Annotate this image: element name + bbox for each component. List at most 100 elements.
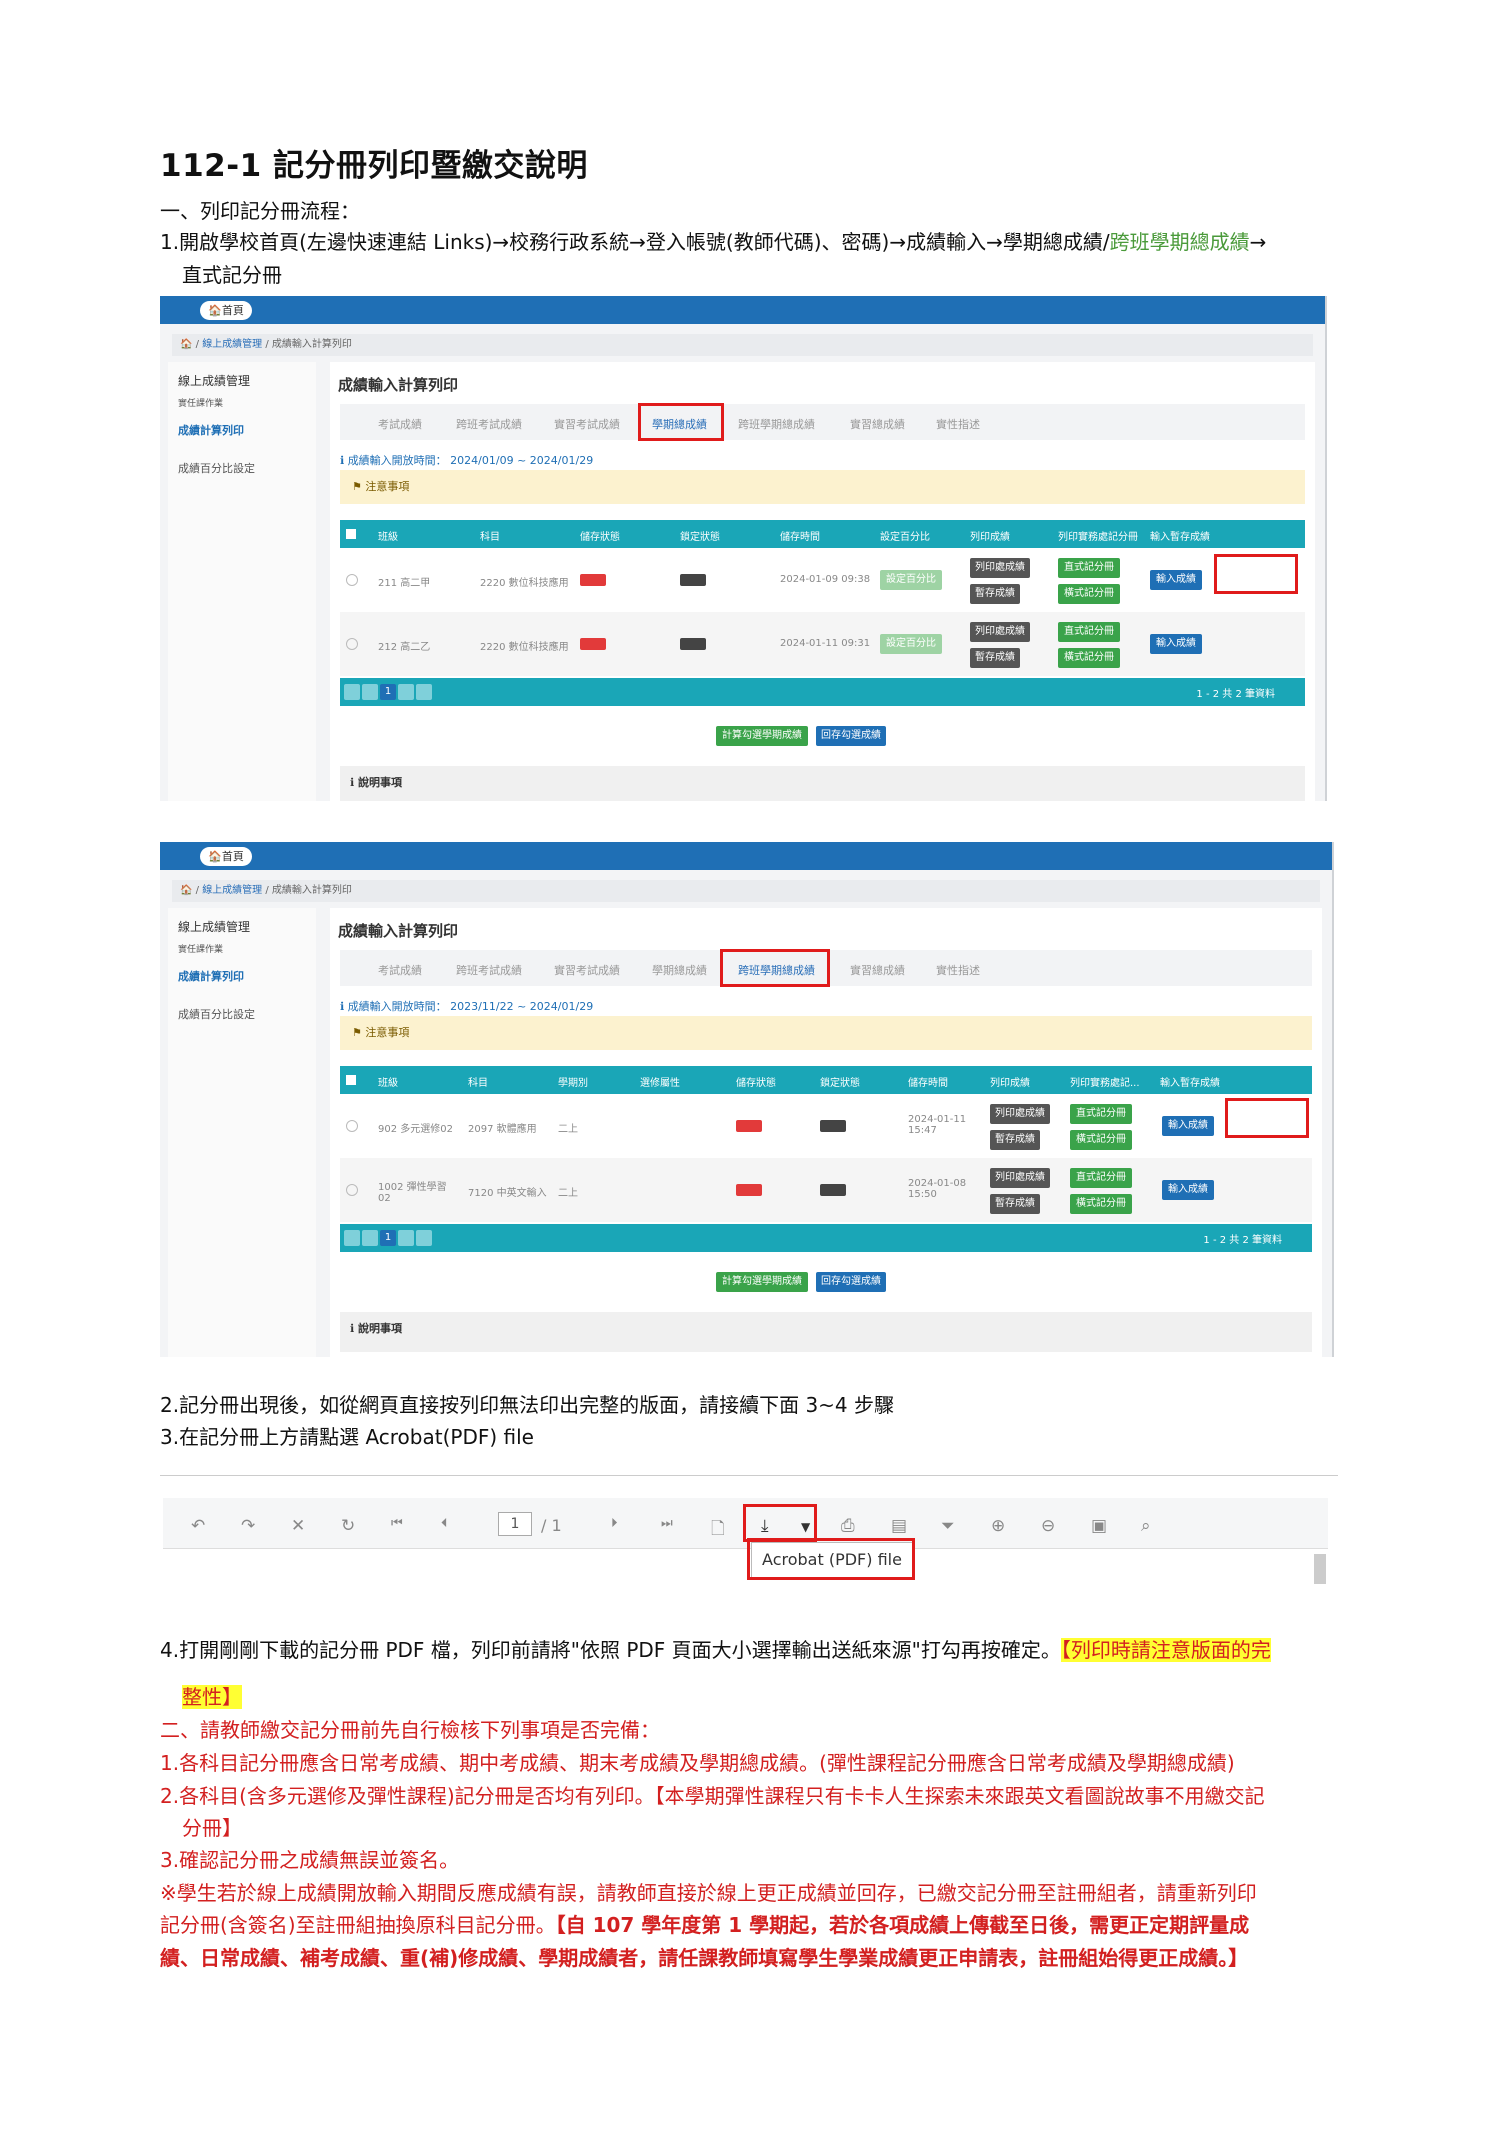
sidebar-item-grade-print[interactable]: 成績計算列印 (178, 422, 244, 438)
divider (160, 1475, 1338, 1476)
screenshot-semester-grades: 🏠首頁 🏠 / 線上成績管理 / 成績輸入計算列印 線上成績管理 實任課作業 成… (160, 296, 1327, 801)
row-radio[interactable] (346, 1184, 358, 1196)
current-page-button[interactable]: 1 (380, 684, 396, 700)
tab-cross-semester[interactable]: 跨班學期總成績 (738, 416, 815, 432)
tab-cross-exam[interactable]: 跨班考試成績 (456, 416, 522, 432)
table-row: 902 多元選修02 2097 軟體應用 二上 2024-01-11 15:47… (340, 1094, 1312, 1158)
next-page-button[interactable] (398, 684, 414, 700)
saved-tag (580, 638, 606, 650)
tab-practice-exam[interactable]: 實習考試成績 (554, 962, 620, 978)
horizontal-sheet-button[interactable]: 橫式記分冊 (1070, 1130, 1132, 1150)
step4-continued: 整性】 (182, 1682, 242, 1712)
tab-practice-total[interactable]: 實習總成績 (850, 416, 905, 432)
first-page-button[interactable] (344, 1230, 360, 1246)
row-radio[interactable] (346, 1120, 358, 1132)
filter-icon[interactable]: ⏷ (941, 1516, 955, 1536)
breadcrumb-link[interactable]: 線上成績管理 (202, 885, 262, 896)
print-grade-button[interactable]: 列印處成績 (990, 1168, 1050, 1188)
print-grade-button[interactable]: 列印處成績 (970, 558, 1030, 578)
tab-semester-total[interactable]: 學期總成績 (652, 962, 707, 978)
tab-trait[interactable]: 實性指述 (936, 962, 980, 978)
next-page-button[interactable] (398, 1230, 414, 1246)
temp-grade-button[interactable]: 暫存成績 (970, 648, 1020, 668)
select-all-checkbox[interactable] (346, 1075, 356, 1085)
last-page-button[interactable] (416, 1230, 432, 1246)
horizontal-sheet-button[interactable]: 橫式記分冊 (1070, 1194, 1132, 1214)
row-radio[interactable] (346, 574, 358, 586)
scrollbar[interactable] (1314, 1554, 1326, 1584)
thumbnail-icon[interactable]: ▣ (1091, 1516, 1107, 1536)
zoom-out-icon[interactable]: ⊖ (1041, 1516, 1055, 1536)
section1-heading: 一、列印記分冊流程： (160, 199, 360, 223)
calc-selected-button[interactable]: 計算勾選學期成績 (716, 726, 808, 746)
first-page-button[interactable] (344, 684, 360, 700)
print-icon[interactable]: ⎙ (841, 1516, 855, 1536)
row-radio[interactable] (346, 638, 358, 650)
next-page-icon[interactable]: ⏵ (611, 1516, 618, 1531)
sidebar-item-percent[interactable]: 成績百分比設定 (178, 460, 255, 476)
refresh-icon[interactable]: ↻ (341, 1516, 355, 1536)
col-print-sheet: 列印實務處記分冊 (1058, 532, 1138, 543)
breadcrumb-link[interactable]: 線上成績管理 (202, 339, 262, 350)
unlocked-tag (680, 638, 706, 650)
save-icon[interactable]: ▤ (891, 1516, 907, 1536)
input-grade-button[interactable]: 輸入成績 (1162, 1180, 1214, 1200)
breadcrumb: 🏠 / 線上成績管理 / 成績輸入計算列印 (172, 880, 1320, 902)
temp-grade-button[interactable]: 暫存成績 (990, 1194, 1040, 1214)
calc-selected-button[interactable]: 計算勾選學期成績 (716, 1272, 808, 1292)
sidebar-item-grade-print[interactable]: 成績計算列印 (178, 968, 244, 984)
unlocked-tag (680, 574, 706, 586)
vertical-sheet-button[interactable]: 直式記分冊 (1058, 558, 1120, 578)
highlight-box-tab (720, 949, 830, 987)
vertical-sheet-button[interactable]: 直式記分冊 (1070, 1104, 1132, 1124)
select-all-checkbox[interactable] (346, 529, 356, 539)
vertical-sheet-button[interactable]: 直式記分冊 (1058, 622, 1120, 642)
save-selected-button[interactable]: 回存勾選成績 (816, 726, 886, 746)
current-page-button[interactable]: 1 (380, 1230, 396, 1246)
home-button[interactable]: 🏠首頁 (200, 847, 252, 866)
unlocked-tag (820, 1120, 846, 1132)
horizontal-sheet-button[interactable]: 橫式記分冊 (1058, 648, 1120, 668)
page-number-input[interactable]: 1 (498, 1512, 532, 1536)
set-percent-button[interactable]: 設定百分比 (880, 634, 942, 654)
first-page-icon[interactable]: ⏮ (391, 1516, 403, 1531)
close-icon[interactable]: ✕ (291, 1516, 305, 1536)
set-percent-button[interactable]: 設定百分比 (880, 570, 942, 590)
cell-time: 2024-01-09 09:38 (780, 574, 871, 585)
last-page-icon[interactable]: ⏭ (661, 1516, 673, 1531)
cell-time: 2024-01-11 15:47 (908, 1114, 967, 1136)
save-selected-button[interactable]: 回存勾選成績 (816, 1272, 886, 1292)
step1-arrow: → (1249, 230, 1267, 254)
cell-subject: 2220 數位科技應用 (480, 578, 569, 589)
tab-exam[interactable]: 考試成績 (378, 962, 422, 978)
last-page-button[interactable] (416, 684, 432, 700)
tab-practice-exam[interactable]: 實習考試成績 (554, 416, 620, 432)
col-subject: 科目 (468, 1078, 488, 1089)
horizontal-sheet-button[interactable]: 橫式記分冊 (1058, 584, 1120, 604)
redo-icon[interactable]: ↷ (241, 1516, 255, 1536)
search-icon[interactable]: ⌕ (1141, 1516, 1151, 1536)
col-subject: 科目 (480, 532, 500, 543)
print-grade-button[interactable]: 列印處成績 (970, 622, 1030, 642)
sidebar-item-percent[interactable]: 成績百分比設定 (178, 1006, 255, 1022)
col-print-sheet: 列印實務處記... (1070, 1078, 1140, 1089)
undo-icon[interactable]: ↶ (191, 1516, 205, 1536)
tab-trait[interactable]: 實性指述 (936, 416, 980, 432)
temp-grade-button[interactable]: 暫存成績 (970, 584, 1020, 604)
input-grade-button[interactable]: 輸入成績 (1150, 570, 1202, 590)
input-grade-button[interactable]: 輸入成績 (1150, 634, 1202, 654)
prev-page-button[interactable] (362, 1230, 378, 1246)
tab-exam[interactable]: 考試成績 (378, 416, 422, 432)
home-button[interactable]: 🏠首頁 (200, 301, 252, 320)
print-grade-button[interactable]: 列印處成績 (990, 1104, 1050, 1124)
tab-cross-exam[interactable]: 跨班考試成績 (456, 962, 522, 978)
temp-grade-button[interactable]: 暫存成績 (990, 1130, 1040, 1150)
input-grade-button[interactable]: 輸入成績 (1162, 1116, 1214, 1136)
tab-practice-total[interactable]: 實習總成績 (850, 962, 905, 978)
vertical-sheet-button[interactable]: 直式記分冊 (1070, 1168, 1132, 1188)
zoom-in-icon[interactable]: ⊕ (991, 1516, 1005, 1536)
col-input-temp: 輸入暫存成績 (1150, 532, 1210, 543)
document-icon[interactable]: 🗋 (711, 1516, 725, 1545)
prev-page-button[interactable] (362, 684, 378, 700)
prev-page-icon[interactable]: ⏴ (441, 1516, 448, 1531)
